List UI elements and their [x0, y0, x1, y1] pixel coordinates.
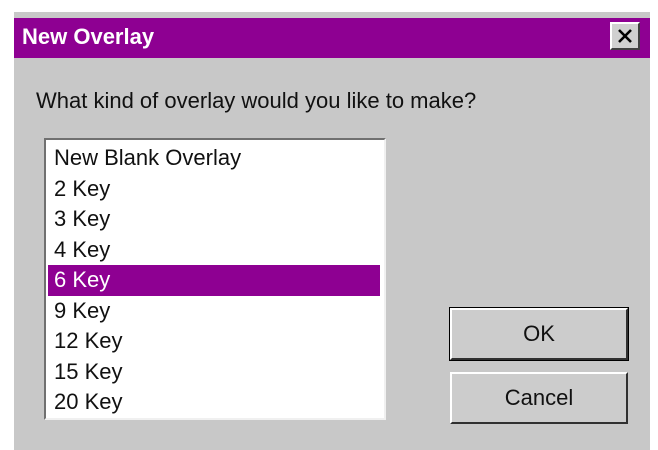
- close-icon: [616, 28, 634, 44]
- list-item-15-key[interactable]: 15 Key: [48, 357, 384, 388]
- ok-button[interactable]: OK: [449, 307, 629, 361]
- list-item-20-key[interactable]: 20 Key: [48, 387, 384, 418]
- overlay-type-listbox[interactable]: New Blank Overlay 2 Key 3 Key 4 Key 6 Ke…: [44, 138, 386, 420]
- prompt-label: What kind of overlay would you like to m…: [36, 88, 477, 113]
- window-title: New Overlay: [22, 24, 155, 49]
- new-overlay-dialog: New Overlay What kind of overlay would y…: [14, 12, 650, 450]
- cancel-button[interactable]: Cancel: [450, 372, 628, 424]
- list-item-12-key[interactable]: 12 Key: [48, 326, 384, 357]
- list-item-3-key[interactable]: 3 Key: [48, 204, 384, 235]
- list-item-2-key[interactable]: 2 Key: [48, 174, 384, 205]
- close-button[interactable]: [610, 22, 640, 50]
- title-bar[interactable]: New Overlay: [14, 18, 650, 58]
- list-item-6-key[interactable]: 6 Key: [48, 265, 380, 296]
- list-item-new-blank-overlay[interactable]: New Blank Overlay: [48, 143, 384, 174]
- list-item-9-key[interactable]: 9 Key: [48, 296, 384, 327]
- list-item-4-key[interactable]: 4 Key: [48, 235, 384, 266]
